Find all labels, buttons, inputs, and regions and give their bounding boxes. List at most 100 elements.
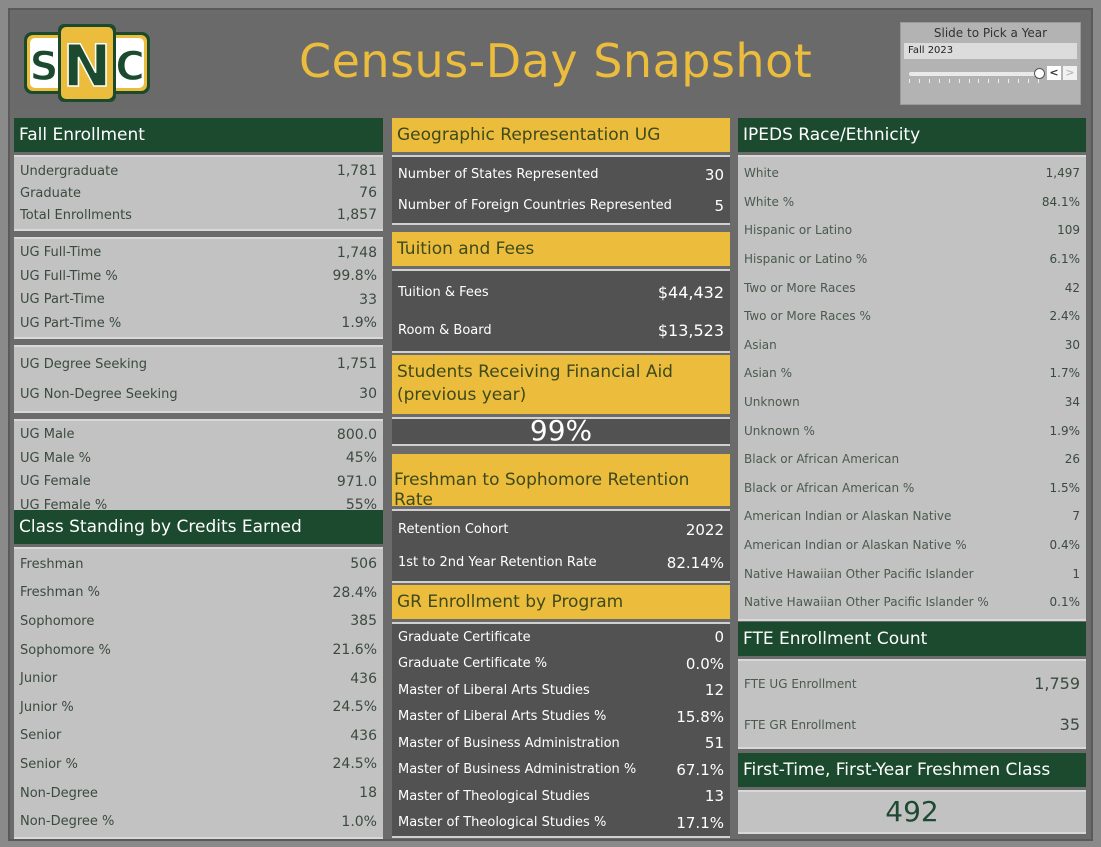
chevron-left-icon[interactable]: < — [1047, 66, 1061, 80]
class-standing-panel: Class Standing by Credits Earned Freshma… — [14, 510, 383, 839]
stat-row: Undergraduate 1,781 — [20, 163, 377, 179]
stat-row: FTE GR Enrollment 35 — [744, 715, 1080, 734]
stat-row: FTE UG Enrollment 1,759 — [744, 674, 1080, 693]
retention-title: Freshman to Sophomore Retention Rate — [392, 454, 730, 510]
stat-row: Number of Foreign Countries Represented 5 — [398, 196, 724, 215]
slider-ticks — [909, 79, 1039, 84]
stat-row: American Indian or Alaskan Native % 0.4% — [744, 538, 1080, 553]
ftfy-panel: First-Time, First-Year Freshmen Class 49… — [738, 753, 1086, 834]
stat-row: UG Full-Time 1,748 — [20, 244, 377, 261]
stat-row: UG Part-Time 33 — [20, 291, 377, 308]
fall-enrollment-group1: Undergraduate 1,781 Graduate 76 Total Enro… — [14, 155, 383, 231]
chevron-right-icon[interactable]: > — [1063, 66, 1077, 80]
financial-aid-panel: Students Receiving Financial Aid (previo… — [392, 355, 730, 446]
financial-aid-title: Students Receiving Financial Aid (previo… — [392, 355, 730, 414]
fall-enrollment-title: Fall Enrollment — [14, 118, 383, 152]
stat-row: Asian 30 — [744, 337, 1080, 352]
stat-row: Unknown % 1.9% — [744, 423, 1080, 438]
stat-row: Graduate Certificate 0 — [398, 628, 724, 647]
year-selected-value[interactable]: Fall 2023 — [904, 43, 1077, 59]
gr-enrollment-title: GR Enrollment by Program — [392, 585, 730, 619]
stat-row: Freshman 506 — [20, 556, 377, 573]
financial-aid-value: 99% — [392, 417, 730, 446]
stat-row: Non-Degree % 1.0% — [20, 813, 377, 830]
stat-row: Native Hawaiian Other Pacific Islander %… — [744, 595, 1080, 610]
slider-label: Slide to Pick a Year — [933, 26, 1048, 40]
fall-enrollment-panel: Fall Enrollment Undergraduate 1,781 Gradu… — [14, 118, 383, 521]
gr-enrollment-panel: GR Enrollment by Program Graduate Certif… — [392, 585, 730, 838]
gr-enrollment-body: Graduate Certificate 0 Graduate Certifica… — [392, 622, 730, 838]
fall-enrollment-group3: UG Degree Seeking 1,751 UG Non-Degree See… — [14, 345, 383, 413]
stat-row: Sophomore % 21.6% — [20, 642, 377, 659]
ipeds-panel: IPEDS Race/Ethnicity White 1,497 White % 8… — [738, 118, 1086, 621]
year-slider-handle[interactable] — [1034, 68, 1045, 79]
fte-title: FTE Enrollment Count — [738, 622, 1086, 656]
stat-row: Retention Cohort 2022 — [398, 520, 724, 539]
class-standing-body: Freshman 506 Freshman % 28.4% Sophomore 385… — [14, 547, 383, 839]
stat-row: Black or African American 26 — [744, 452, 1080, 467]
svg-text:N: N — [63, 32, 112, 100]
stat-row: Junior % 24.5% — [20, 699, 377, 716]
tuition-body: Tuition & Fees $44,432 Room & Board $13,52… — [392, 269, 730, 353]
stat-row: Sophomore 385 — [20, 613, 377, 630]
stat-row: Asian % 1.7% — [744, 366, 1080, 381]
retention-panel: Freshman to Sophomore Retention Rate Ret… — [392, 454, 730, 583]
tuition-panel: Tuition and Fees Tuition & Fees $44,432 R… — [392, 232, 730, 353]
stat-row: Unknown 34 — [744, 395, 1080, 410]
ftfy-title: First-Time, First-Year Freshmen Class — [738, 753, 1086, 787]
stat-row: UG Full-Time % 99.8% — [20, 268, 377, 285]
stat-row: Graduate Certificate % 0.0% — [398, 654, 724, 673]
stat-row: UG Male % 45% — [20, 450, 377, 467]
stat-row: Graduate 76 — [20, 185, 377, 201]
stat-row: White 1,497 — [744, 166, 1080, 181]
fall-enrollment-group4: UG Male 800.0 UG Male % 45% UG Female 971.0… — [14, 419, 383, 521]
stat-row: Number of States Represented 30 — [398, 165, 724, 184]
snc-logo: N S C — [24, 24, 150, 102]
svg-text:C: C — [115, 44, 144, 90]
stat-row: UG Female 971.0 — [20, 473, 377, 490]
stat-row: Two or More Races % 2.4% — [744, 309, 1080, 324]
fte-body: FTE UG Enrollment 1,759 FTE GR Enrollment… — [738, 659, 1086, 749]
stat-row: Junior 436 — [20, 670, 377, 687]
stat-row: Native Hawaiian Other Pacific Islander 1 — [744, 566, 1080, 581]
stat-row: Room & Board $13,523 — [398, 320, 724, 340]
stat-row: Senior 436 — [20, 727, 377, 744]
ipeds-body: White 1,497 White % 84.1% Hispanic or Lati… — [738, 155, 1086, 621]
year-slider-filter: Slide to Pick a Year Fall 2023 < > — [900, 22, 1081, 105]
tuition-title: Tuition and Fees — [392, 232, 730, 266]
header: N S C Census-Day Snapshot Slide to Pick … — [14, 14, 1087, 109]
retention-body: Retention Cohort 2022 1st to 2nd Year Ret… — [392, 509, 730, 583]
geographic-body: Number of States Represented 30 Number of… — [392, 155, 730, 225]
fte-panel: FTE Enrollment Count FTE UG Enrollment 1,… — [738, 622, 1086, 749]
stat-row: American Indian or Alaskan Native 7 — [744, 509, 1080, 524]
stat-row: Master of Liberal Arts Studies 12 — [398, 681, 724, 700]
stat-row: Non-Degree 18 — [20, 785, 377, 802]
stat-row: White % 84.1% — [744, 194, 1080, 209]
fall-enrollment-group2: UG Full-Time 1,748 UG Full-Time % 99.8% UG… — [14, 237, 383, 339]
year-slider-track[interactable] — [909, 72, 1039, 76]
stat-row: Two or More Races 42 — [744, 280, 1080, 295]
stat-row: Master of Theological Studies 13 — [398, 787, 724, 806]
page-title: Census-Day Snapshot — [299, 34, 813, 88]
ftfy-value: 492 — [738, 790, 1086, 834]
stat-row: Master of Business Administration % 67.1% — [398, 760, 724, 779]
stat-row: Black or African American % 1.5% — [744, 480, 1080, 495]
class-standing-title: Class Standing by Credits Earned — [14, 510, 383, 544]
svg-text:S: S — [30, 44, 59, 90]
ipeds-title: IPEDS Race/Ethnicity — [738, 118, 1086, 152]
stat-row: Hispanic or Latino 109 — [744, 223, 1080, 238]
stat-row: Senior % 24.5% — [20, 756, 377, 773]
stat-row: Tuition & Fees $44,432 — [398, 282, 724, 302]
stat-row: Total Enrollments 1,857 — [20, 207, 377, 223]
stat-row: UG Male 800.0 — [20, 426, 377, 443]
stat-row: Master of Business Administration 51 — [398, 734, 724, 753]
stat-row: Master of Theological Studies % 17.1% — [398, 813, 724, 832]
stat-row: UG Degree Seeking 1,751 — [20, 356, 377, 372]
geographic-title: Geographic Representation UG — [392, 118, 730, 152]
stat-row: UG Part-Time % 1.9% — [20, 315, 377, 332]
stat-row: Hispanic or Latino % 6.1% — [744, 252, 1080, 267]
stat-row: UG Non-Degree Seeking 30 — [20, 386, 377, 402]
stat-row: Master of Liberal Arts Studies % 15.8% — [398, 707, 724, 726]
geographic-panel: Geographic Representation UG Number of S… — [392, 118, 730, 225]
stat-row: Freshman % 28.4% — [20, 584, 377, 601]
